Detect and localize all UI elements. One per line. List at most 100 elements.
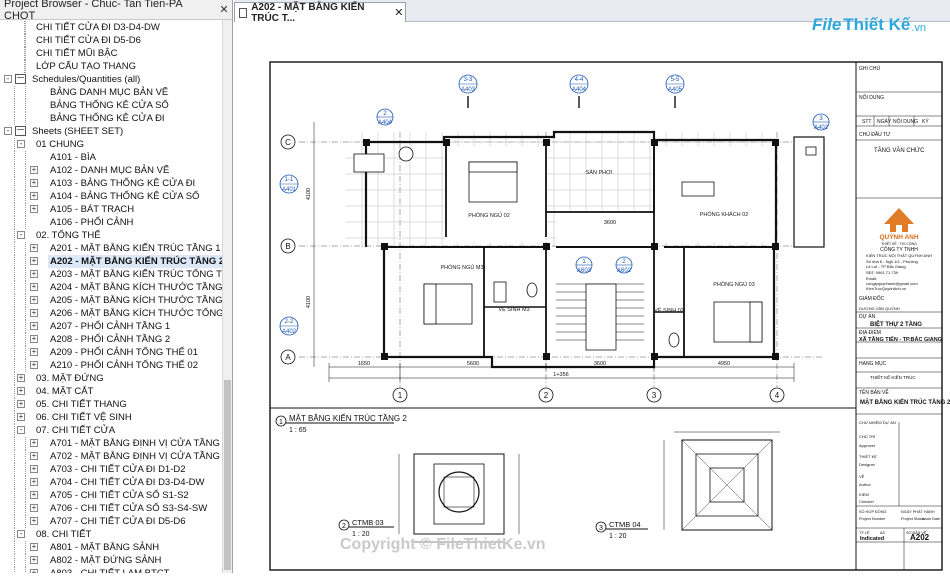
- svg-text:3-3: 3-3: [464, 77, 473, 83]
- expand-icon[interactable]: +: [30, 569, 38, 573]
- tree-item[interactable]: Sheets (SHEET SET): [30, 125, 222, 138]
- tree-item[interactable]: A803 - CHI TIẾT LAM BTCT: [48, 567, 222, 573]
- expand-icon[interactable]: +: [30, 504, 38, 512]
- tree-item[interactable]: A704 - CHI TIẾT CỬA ĐI D3-D4-DW: [48, 476, 222, 489]
- scrollbar-thumb[interactable]: [224, 380, 231, 570]
- svg-text:CHỦ NHIỆM DỰ ÁN: CHỦ NHIỆM DỰ ÁN: [859, 420, 896, 425]
- tb-noi-dung: NỘI DUNG: [859, 94, 884, 101]
- tree-item[interactable]: CHI TIẾT CỬA ĐI D3-D4-DW: [34, 21, 222, 34]
- expand-icon[interactable]: +: [30, 452, 38, 460]
- expand-icon[interactable]: +: [30, 517, 38, 525]
- expand-icon[interactable]: +: [30, 491, 38, 499]
- expand-icon[interactable]: +: [30, 244, 38, 252]
- tab-a202[interactable]: A202 - MẶT BẰNG KIẾN TRÚC T... ✕: [234, 2, 406, 24]
- expand-icon[interactable]: +: [30, 283, 38, 291]
- expand-icon[interactable]: +: [30, 335, 38, 343]
- collapse-icon[interactable]: -: [4, 75, 12, 83]
- collapse-icon[interactable]: -: [17, 530, 25, 538]
- expand-icon[interactable]: +: [30, 257, 38, 265]
- tree-item[interactable]: 07. CHI TIẾT CỬA: [34, 424, 222, 437]
- tree-item-label: A106 - PHỐI CẢNH: [50, 217, 134, 228]
- tree-item[interactable]: CHI TIẾT CỬA ĐI D5-D6: [34, 34, 222, 47]
- tree-item[interactable]: A702 - MẶT BẰNG ĐỊNH VỊ CỬA TẦNG 2: [48, 450, 222, 463]
- tree-guide: [25, 242, 26, 255]
- company-line1: CÔNG TY TNHH: [880, 246, 918, 253]
- project-browser-titlebar: Project Browser - Chuc- Tan Tien-PA CHOT…: [0, 0, 232, 22]
- expand-icon[interactable]: +: [30, 192, 38, 200]
- collapse-icon[interactable]: -: [17, 426, 25, 434]
- expand-icon[interactable]: +: [30, 296, 38, 304]
- tree-guide: [25, 437, 26, 450]
- expand-icon[interactable]: +: [30, 543, 38, 551]
- tree-item[interactable]: BẢNG THỐNG KÊ CỬA ĐI: [48, 112, 222, 125]
- tree-item[interactable]: A703 - CHI TIẾT CỬA ĐI D1-D2: [48, 463, 222, 476]
- tree-item[interactable]: A210 - PHỐI CẢNH TỔNG THỂ 02: [48, 359, 222, 372]
- collapse-icon[interactable]: -: [17, 140, 25, 148]
- tree-guide: [14, 177, 15, 190]
- expand-icon[interactable]: +: [30, 179, 38, 187]
- expand-icon[interactable]: +: [17, 413, 25, 421]
- tree-item[interactable]: A105 - BÁT TRẠCH: [48, 203, 222, 216]
- expand-icon[interactable]: +: [30, 322, 38, 330]
- expand-icon[interactable]: +: [30, 205, 38, 213]
- tb-rev-stt: STT: [862, 119, 871, 125]
- tree-item[interactable]: A202 - MẶT BẰNG KIẾN TRÚC TẦNG 2: [48, 255, 222, 268]
- expand-icon[interactable]: +: [30, 309, 38, 317]
- expand-icon[interactable]: +: [30, 439, 38, 447]
- expand-icon[interactable]: +: [30, 465, 38, 473]
- close-icon[interactable]: ✕: [393, 6, 405, 19]
- tree-item[interactable]: A201 - MẶT BẰNG KIẾN TRÚC TẦNG 1: [48, 242, 222, 255]
- tree-guide: [14, 190, 15, 203]
- close-icon[interactable]: ✕: [216, 3, 232, 16]
- tree-item[interactable]: A209 - PHỐI CẢNH TỔNG THỂ 01: [48, 346, 222, 359]
- expand-icon[interactable]: +: [17, 387, 25, 395]
- grid-label-b: B: [285, 242, 290, 251]
- expand-icon[interactable]: +: [30, 361, 38, 369]
- tree-item[interactable]: A203 - MẶT BẰNG KIẾN TRÚC TỔNG THỂ: [48, 268, 222, 281]
- tree-item[interactable]: A102 - DANH MỤC BẢN VẼ: [48, 164, 222, 177]
- tree-item[interactable]: A104 - BẢNG THỐNG KÊ CỬA SỔ: [48, 190, 222, 203]
- tree-item[interactable]: A207 - PHỐI CẢNH TẦNG 1: [48, 320, 222, 333]
- tree-item[interactable]: 04. MẶT CẮT: [34, 385, 222, 398]
- tb-giam-doc: DƯƠNG VĂN QUỲNH: [859, 306, 900, 311]
- tree-item[interactable]: 05. CHI TIẾT THANG: [34, 398, 222, 411]
- collapse-icon[interactable]: -: [4, 127, 12, 135]
- grid-label-1: 1: [398, 391, 403, 400]
- tree-item[interactable]: A706 - CHI TIẾT CỬA SỔ S3-S4-SW: [48, 502, 222, 515]
- tree-item[interactable]: BẢNG THỐNG KÊ CỬA SỔ: [48, 99, 222, 112]
- tree-item[interactable]: LỚP CẤU TẠO THANG: [34, 60, 222, 73]
- tree-item[interactable]: CHI TIẾT MŨI BẬC: [34, 47, 222, 60]
- drawing-canvas[interactable]: 1 2 3 4 C B A 3-3 A403 4-4 A404 5-5 A405…: [234, 22, 950, 573]
- tree-scrollbar[interactable]: [222, 20, 232, 573]
- tree-item[interactable]: A707 - CHI TIẾT CỬA ĐI D5-D6: [48, 515, 222, 528]
- tree-item[interactable]: A802 - MẶT ĐỨNG SẢNH: [48, 554, 222, 567]
- tree-item[interactable]: A206 - MẶT BẰNG KÍCH THƯỚC TỔNG THỂ: [48, 307, 222, 320]
- tree-item[interactable]: A801 - MẶT BẰNG SẢNH: [48, 541, 222, 554]
- tree-item[interactable]: A103 - BẢNG THỐNG KÊ CỬA ĐI: [48, 177, 222, 190]
- tree-item-label: A703 - CHI TIẾT CỬA ĐI D1-D2: [50, 464, 186, 475]
- tree-item[interactable]: Schedules/Quantities (all): [30, 73, 222, 86]
- expand-icon[interactable]: +: [30, 556, 38, 564]
- expand-icon[interactable]: +: [30, 270, 38, 278]
- tree-item[interactable]: 02. TỔNG THỂ: [34, 229, 222, 242]
- collapse-icon[interactable]: -: [17, 231, 25, 239]
- tree-item[interactable]: 08. CHI TIẾT: [34, 528, 222, 541]
- expand-icon[interactable]: +: [30, 478, 38, 486]
- expand-icon[interactable]: +: [30, 348, 38, 356]
- tree-item[interactable]: A106 - PHỐI CẢNH: [48, 216, 222, 229]
- tree-item[interactable]: 01 CHUNG: [34, 138, 222, 151]
- tree-item[interactable]: A205 - MẶT BẰNG KÍCH THƯỚC TẦNG 2: [48, 294, 222, 307]
- expand-icon[interactable]: +: [17, 374, 25, 382]
- expand-icon[interactable]: +: [17, 400, 25, 408]
- tree-item[interactable]: A101 - BÌA: [48, 151, 222, 164]
- tree-item[interactable]: A705 - CHI TIẾT CỬA SỔ S1-S2: [48, 489, 222, 502]
- expand-icon[interactable]: +: [30, 166, 38, 174]
- tree-item[interactable]: A208 - PHỐI CẢNH TẦNG 2: [48, 333, 222, 346]
- tree-item[interactable]: A701 - MẶT BẰNG ĐỊNH VỊ CỬA TẦNG 1: [48, 437, 222, 450]
- tree-item[interactable]: 06. CHI TIẾT VỆ SINH: [34, 411, 222, 424]
- tree-item[interactable]: 03. MẶT ĐỨNG: [34, 372, 222, 385]
- title-block: GHI CHÚ NỘI DUNG STT NGÀY NỘI DUNG KÝ CH…: [856, 65, 950, 570]
- tree-item[interactable]: BẢNG DANH MỤC BẢN VẼ: [48, 86, 222, 99]
- tree-guide: [25, 463, 26, 476]
- tree-item[interactable]: A204 - MẶT BẰNG KÍCH THƯỚC TẦNG 1: [48, 281, 222, 294]
